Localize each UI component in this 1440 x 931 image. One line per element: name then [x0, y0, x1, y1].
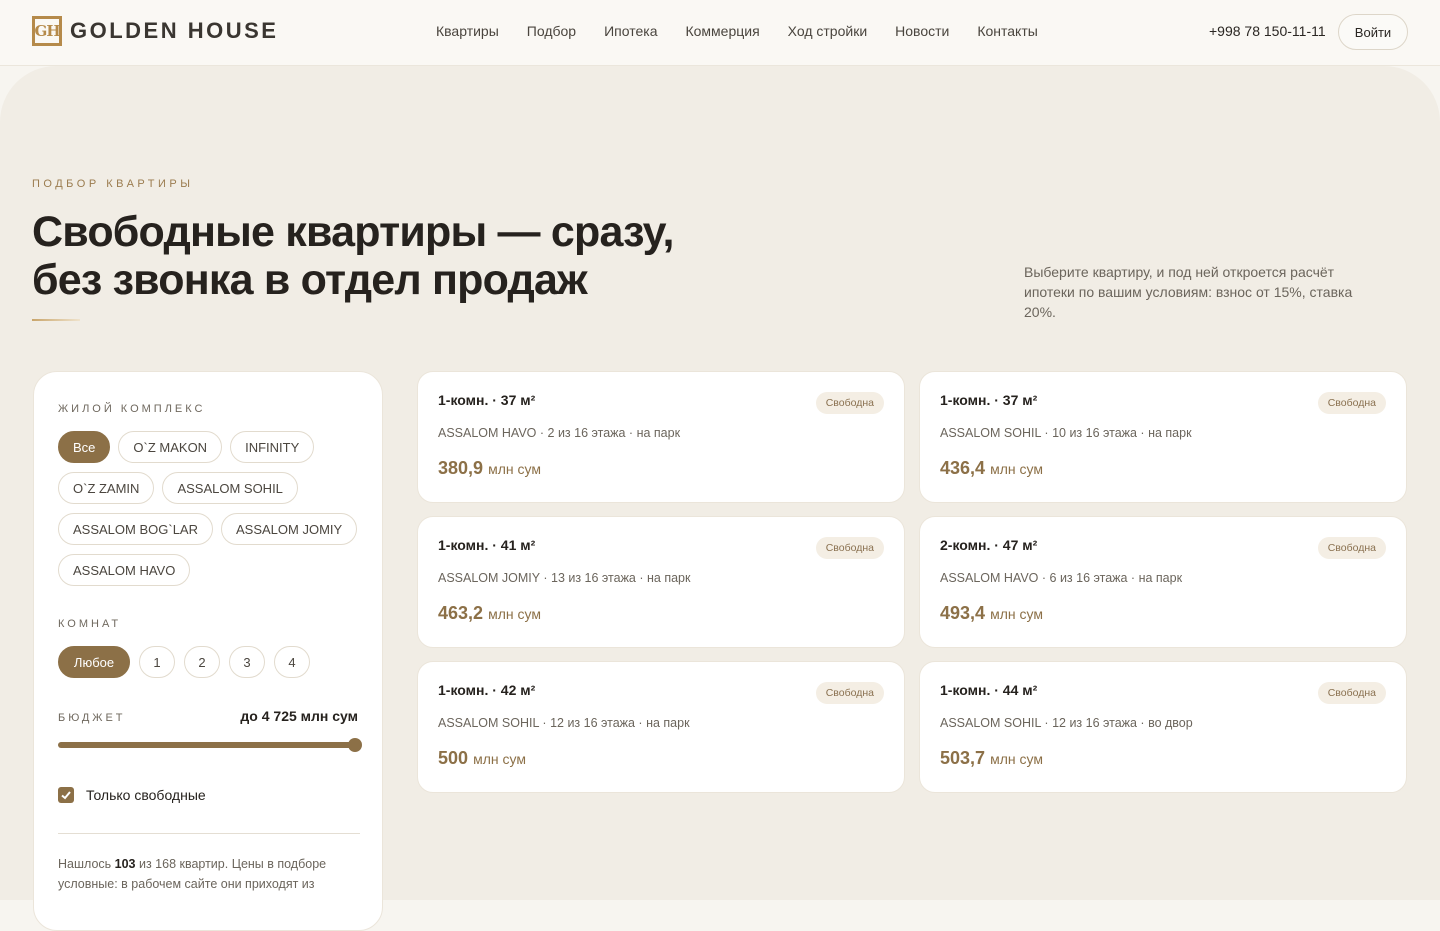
budget-slider-handle[interactable] [348, 738, 362, 752]
chip-complex-assalom-sohil[interactable]: ASSALOM SOHIL [162, 472, 298, 504]
page-title: Свободные квартиры — сразу, без звонка в… [32, 208, 674, 304]
card-price: 500 млн сум [438, 748, 526, 768]
budget-value: до 4 725 млн сум [240, 708, 358, 724]
intro-text: Выберите квартиру, и под ней откроется р… [1024, 264, 1353, 320]
nav-link-apartments[interactable]: Квартиры [436, 23, 499, 39]
only-free-checkbox[interactable] [58, 787, 74, 803]
nav-link-construction[interactable]: Ход стройки [788, 23, 867, 39]
status-badge: Свободна [815, 392, 884, 414]
card-title: 1-комн. · 44 м² [940, 682, 1038, 698]
chip-complex-assalom-boglar[interactable]: ASSALOM BOG`LAR [58, 513, 213, 545]
apartment-card[interactable]: 1-комн. · 44 м² Свободна ASSALOM SOHIL ·… [919, 661, 1407, 793]
card-details: ASSALOM SOHIL · 12 из 16 этажа · во двор [940, 716, 1193, 730]
login-button[interactable]: Войти [1338, 14, 1408, 50]
logo-mark-icon: GH [32, 16, 62, 46]
card-details: ASSALOM SOHIL · 12 из 16 этажа · на парк [438, 716, 690, 730]
chip-complex-oz-zamin[interactable]: O`Z ZAMIN [58, 472, 155, 504]
nav-link-commercial[interactable]: Коммерция [685, 23, 759, 39]
status-badge: Свободна [1317, 682, 1386, 704]
card-price: 503,7 млн сум [940, 748, 1043, 768]
section-eyebrow: ПОДБОР КВАРТИРЫ [32, 178, 194, 190]
card-price: 463,2 млн сум [438, 603, 541, 623]
status-badge: Свободна [815, 537, 884, 559]
chip-complex-oz-makon[interactable]: O`Z MAKON [118, 431, 223, 463]
apartment-card[interactable]: 1-комн. · 37 м² Свободна ASSALOM HAVO · … [417, 371, 905, 503]
budget-label: БЮДЖЕТ [58, 712, 126, 724]
checkmark-icon [61, 791, 71, 800]
apartment-card[interactable]: 2-комн. · 47 м² Свободна ASSALOM HAVO · … [919, 516, 1407, 648]
results-summary: Нашлось 103 из 168 квартир. Цены в подбо… [58, 857, 327, 891]
apartment-card[interactable]: 1-комн. · 37 м² Свободна ASSALOM SOHIL ·… [919, 371, 1407, 503]
card-title: 1-комн. · 37 м² [438, 392, 536, 408]
complex-chips: Все O`Z MAKON INFINITY O`Z ZAMIN ASSALOM… [58, 431, 368, 586]
chip-complex-infinity[interactable]: INFINITY [230, 431, 315, 463]
card-details: ASSALOM HAVO · 2 из 16 этажа · на парк [438, 426, 681, 440]
nav-link-selection[interactable]: Подбор [527, 23, 576, 39]
main-nav: Квартиры Подбор Ипотека Коммерция Ход ст… [436, 23, 1038, 39]
status-badge: Свободна [1317, 537, 1386, 559]
card-details: ASSALOM JOMIY · 13 из 16 этажа · на парк [438, 571, 691, 585]
nav-link-contacts[interactable]: Контакты [977, 23, 1037, 39]
complex-label: ЖИЛОЙ КОМПЛЕКС [58, 403, 206, 415]
card-title: 2-комн. · 47 м² [940, 537, 1038, 553]
room-option-2[interactable]: 2 [184, 646, 220, 678]
card-title: 1-комн. · 37 м² [940, 392, 1038, 408]
phone-link[interactable]: +998 78 150-11-11 [1209, 23, 1326, 39]
status-badge: Свободна [815, 682, 884, 704]
chip-complex-assalom-havo[interactable]: ASSALOM HAVO [58, 554, 191, 586]
logo[interactable]: GH GOLDEN HOUSE [32, 16, 278, 46]
room-option-1[interactable]: 1 [139, 646, 175, 678]
only-free-toggle[interactable]: Только свободные [58, 787, 206, 803]
apartment-card[interactable]: 1-комн. · 41 м² Свободна ASSALOM JOMIY ·… [417, 516, 905, 648]
nav-link-news[interactable]: Новости [895, 23, 949, 39]
card-title: 1-комн. · 42 м² [438, 682, 536, 698]
status-badge: Свободна [1317, 392, 1386, 414]
site-header: GH GOLDEN HOUSE Квартиры Подбор Ипотека … [0, 0, 1440, 66]
card-price: 436,4 млн сум [940, 458, 1043, 478]
room-option-3[interactable]: 3 [229, 646, 265, 678]
card-details: ASSALOM HAVO · 6 из 16 этажа · на парк [940, 571, 1183, 585]
card-price: 493,4 млн сум [940, 603, 1043, 623]
room-option-any[interactable]: Любое [58, 646, 130, 678]
filter-divider [58, 833, 360, 834]
only-free-label: Только свободные [86, 787, 206, 803]
card-price: 380,9 млн сум [438, 458, 541, 478]
card-title: 1-комн. · 41 м² [438, 537, 536, 553]
rooms-selector: Любое 1 2 3 4 [58, 646, 310, 678]
apartment-card[interactable]: 1-комн. · 42 м² Свободна ASSALOM SOHIL ·… [417, 661, 905, 793]
chip-complex-assalom-jomiy[interactable]: ASSALOM JOMIY [220, 513, 358, 545]
title-underline [32, 319, 80, 321]
logo-text: GOLDEN HOUSE [70, 18, 279, 43]
nav-link-mortgage[interactable]: Ипотека [604, 23, 657, 39]
chip-complex-all[interactable]: Все [58, 431, 111, 463]
rooms-label: КОМНАТ [58, 618, 122, 630]
room-option-4[interactable]: 4 [274, 646, 310, 678]
card-details: ASSALOM SOHIL · 10 из 16 этажа · на парк [940, 426, 1192, 440]
filter-panel: ЖИЛОЙ КОМПЛЕКС Все O`Z MAKON INFINITY O`… [33, 371, 383, 931]
budget-slider[interactable] [58, 738, 362, 752]
